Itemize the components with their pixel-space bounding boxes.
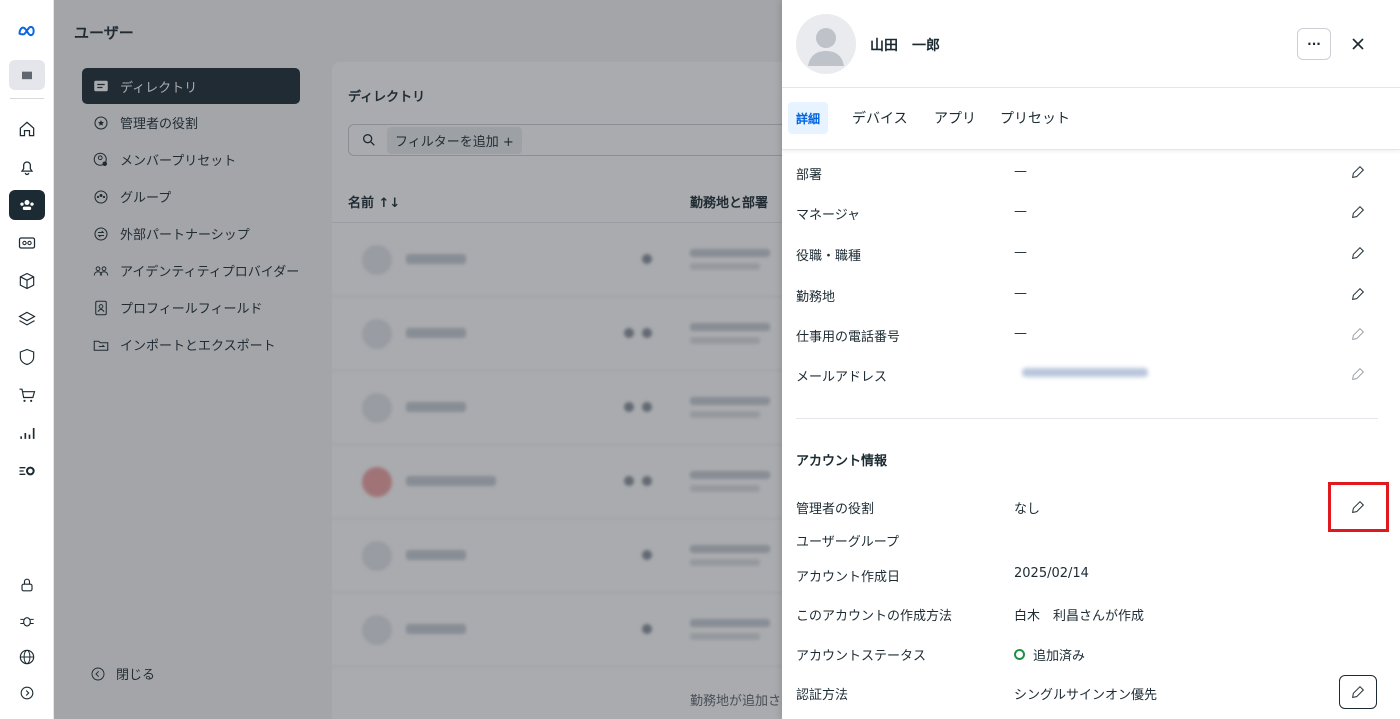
more-options-button[interactable]: ··· [1297, 28, 1331, 60]
field-label-title: 役職・職種 [796, 249, 862, 264]
globe-icon[interactable] [9, 642, 45, 672]
edit-pencil-icon[interactable] [1348, 202, 1368, 222]
highlight-box [1328, 482, 1389, 532]
field-value-work-phone: — [1014, 326, 1027, 341]
field-label-work-phone: 仕事用の電話番号 [796, 330, 901, 345]
tab-presets[interactable]: プリセット [992, 102, 1078, 134]
panel-header: 山田 一郎 ··· [782, 0, 1400, 88]
edit-auth-method-button[interactable] [1339, 675, 1377, 709]
box-icon[interactable] [9, 266, 45, 296]
billing-icon[interactable] [9, 228, 45, 258]
field-label-user-group: ユーザーグループ [796, 535, 899, 550]
status-circle-icon [1014, 649, 1025, 660]
modal-overlay[interactable] [54, 0, 782, 719]
close-icon[interactable] [1344, 30, 1372, 58]
tab-devices[interactable]: デバイス [844, 102, 916, 134]
field-label-account-status: アカウントステータス [796, 649, 927, 664]
field-value-email-blurred [1022, 368, 1148, 377]
edit-pencil-icon[interactable] [1348, 162, 1368, 182]
analytics-icon[interactable] [9, 418, 45, 448]
edit-pencil-icon[interactable] [1348, 364, 1368, 384]
edit-pencil-icon[interactable] [1348, 243, 1368, 263]
account-info-heading: アカウント情報 [796, 454, 888, 469]
field-label-department: 部署 [796, 168, 823, 183]
field-value-title: — [1014, 245, 1027, 260]
home-icon[interactable] [9, 114, 45, 144]
field-value-admin-role: なし [1014, 502, 1041, 517]
expand-icon[interactable] [9, 678, 45, 708]
field-label-admin-role: 管理者の役割 [796, 502, 875, 517]
edit-pencil-icon[interactable] [1348, 324, 1368, 344]
tab-details[interactable]: 詳細 [788, 102, 829, 134]
field-value-auth-method: シングルサインオン優先 [1014, 688, 1158, 703]
bug-icon[interactable] [9, 606, 45, 636]
bell-icon[interactable] [9, 152, 45, 182]
lock-icon[interactable] [9, 570, 45, 600]
settings-list-icon[interactable] [9, 456, 45, 486]
status-badge: 追加済み [1014, 645, 1085, 664]
meta-logo-icon[interactable] [9, 16, 45, 46]
field-value-location: — [1014, 286, 1027, 301]
status-label: 追加済み [1033, 649, 1086, 664]
field-value-created-date: 2025/02/14 [1014, 566, 1089, 581]
avatar [796, 14, 856, 74]
field-label-created-by: このアカウントの作成方法 [796, 609, 953, 624]
field-label-created-date: アカウント作成日 [796, 570, 901, 585]
field-value-department: — [1014, 164, 1027, 179]
field-label-manager: マネージャ [796, 208, 861, 223]
edit-pencil-icon [1352, 685, 1365, 698]
field-value-created-by: 白木 利昌さんが作成 [1014, 609, 1145, 624]
field-label-email: メールアドレス [796, 370, 888, 385]
cart-icon[interactable] [9, 380, 45, 410]
users-icon[interactable] [9, 190, 45, 220]
user-detail-panel: 山田 一郎 ··· 詳細 デバイス アプリ プリセット 部署 — マネージャ —… [782, 0, 1400, 719]
field-label-location: 勤務地 [796, 290, 836, 305]
field-label-auth-method: 認証方法 [796, 688, 849, 703]
tab-apps[interactable]: アプリ [926, 102, 984, 134]
layers-icon[interactable] [9, 304, 45, 334]
left-rail [0, 0, 54, 719]
workspace-icon[interactable] [9, 60, 45, 90]
shield-icon[interactable] [9, 342, 45, 372]
panel-tabs: 詳細 デバイス アプリ プリセット [782, 88, 1400, 150]
edit-pencil-icon[interactable] [1348, 284, 1368, 304]
field-value-manager: — [1014, 204, 1027, 219]
user-name: 山田 一郎 [870, 38, 940, 54]
